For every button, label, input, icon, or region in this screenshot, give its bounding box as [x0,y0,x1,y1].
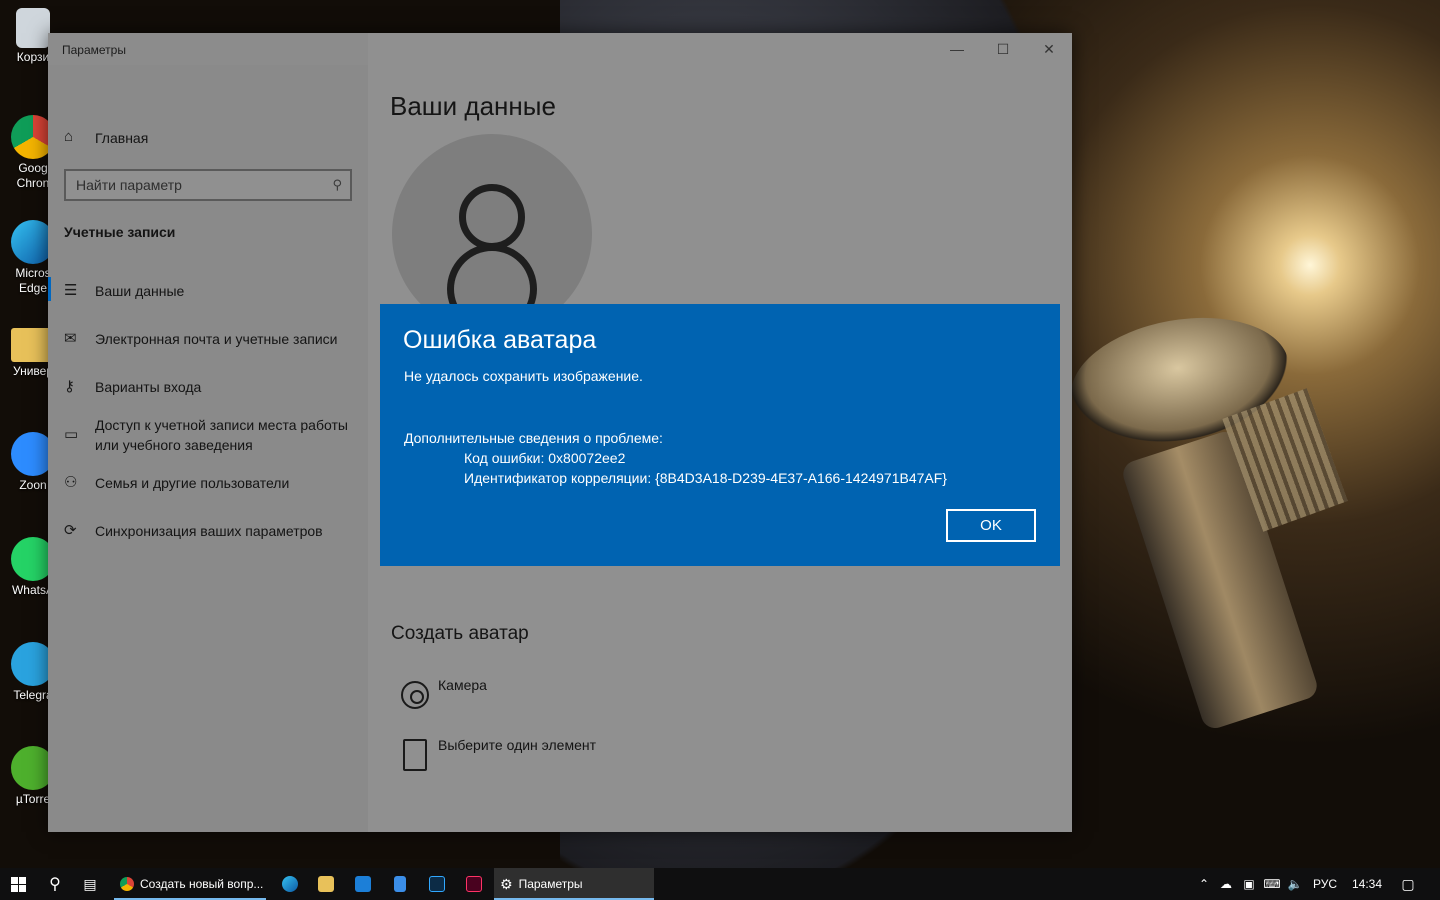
create-avatar-title: Создать аватар [391,623,529,644]
option-camera[interactable]: Камера [391,677,487,713]
sidebar-item-email[interactable]: ✉ Электронная почта и учетные записи [48,329,368,349]
sidebar-item-sync[interactable]: ⟳ Синхронизация ваших параметров [48,521,368,541]
mail-icon [355,876,371,892]
home-icon: ⌂ [64,128,74,145]
start-button[interactable] [0,868,36,900]
clock[interactable]: 14:34 [1344,877,1390,891]
add-person-icon: ⚇ [64,474,78,491]
search-icon: ⚲ [332,177,342,192]
camera-tray-icon[interactable]: ▣ [1238,877,1260,891]
section-title: Учетные записи [64,224,176,240]
search-placeholder: Найти параметр [76,177,182,193]
window-titlebar[interactable]: Параметры — ☐ ✕ [48,33,1072,65]
taskbar: ⚲ ▤ Создать новый вопр... ⚙ Параметры ⌃ … [0,868,1440,900]
sidebar-item-sign-in-options[interactable]: ⚷ Варианты входа [48,377,368,397]
sidebar-item-work-access[interactable]: ▭ Доступ к учетной записи места работы и… [48,415,368,455]
desktop-wallpaper-satellite [1061,300,1400,860]
briefcase-icon: ▭ [64,426,79,443]
taskbar-app-chrome[interactable]: Создать новый вопр... [114,868,266,900]
taskbar-file[interactable] [386,868,414,900]
task-view-icon: ▤ [83,875,97,892]
dialog-title: Ошибка аватара [403,326,597,354]
chrome-icon [120,877,134,891]
recycle-bin-icon [16,8,50,48]
window-title: Параметры [62,43,126,57]
maximize-button[interactable]: ☐ [980,33,1026,65]
folder-icon [318,876,334,892]
option-choose-file[interactable]: Выберите один элемент [391,737,596,773]
task-view-button[interactable]: ▤ [74,868,106,900]
chevron-up-icon[interactable]: ⌃ [1194,877,1214,891]
gear-icon: ⚙ [500,875,513,892]
error-dialog: Ошибка аватара Не удалось сохранить изоб… [380,304,1060,566]
details-heading: Дополнительные сведения о проблеме: [404,430,663,446]
taskbar-mail[interactable] [349,868,377,900]
camera-icon [391,677,438,713]
search-input[interactable]: Найти параметр ⚲ [64,169,352,201]
photoshop-icon [429,876,445,892]
correlation-id: Идентификатор корреляции: {8B4D3A18-D239… [464,470,947,486]
sidebar-item-family[interactable]: ⚇ Семья и другие пользователи [48,473,368,493]
taskbar-explorer[interactable] [312,868,340,900]
dialog-message: Не удалось сохранить изображение. [404,368,643,384]
search-icon: ⚲ [49,876,61,893]
mail-icon: ✉ [64,330,77,347]
close-button[interactable]: ✕ [1026,33,1072,65]
error-code: Код ошибки: 0x80072ee2 [464,450,626,466]
taskbar-edge[interactable] [276,868,304,900]
file-icon [391,737,438,773]
cloud-icon[interactable]: ☁ [1214,877,1238,891]
ok-button[interactable]: OK [946,509,1036,542]
minimize-button[interactable]: — [934,33,980,65]
key-icon: ⚷ [64,378,75,395]
notification-icon: ▢ [1401,875,1415,892]
taskbar-photoshop[interactable] [423,868,451,900]
volume-icon[interactable]: 🔈 [1284,877,1306,891]
system-tray: ⌃ ☁ ▣ ⌨ 🔈 РУС 14:34 [1194,868,1390,900]
windows-icon [10,876,26,892]
network-icon[interactable]: ⌨ [1260,877,1284,891]
sidebar-item-your-info[interactable]: ☰ Ваши данные [48,281,368,301]
avatar-head [459,184,525,250]
search-button[interactable]: ⚲ [38,868,72,900]
nav-home[interactable]: ⌂ Главная [48,128,368,148]
file-icon [394,876,406,892]
language-indicator[interactable]: РУС [1306,877,1344,891]
indesign-icon [466,876,482,892]
page-title: Ваши данные [390,91,556,121]
dialog-details: Дополнительные сведения о проблеме: Код … [404,428,947,488]
notifications-button[interactable]: ▢ [1392,868,1424,900]
person-card-icon: ☰ [64,282,78,299]
settings-sidebar: ⌂ Главная Найти параметр ⚲ Учетные запис… [48,65,368,832]
sync-icon: ⟳ [64,522,77,539]
taskbar-app-settings[interactable]: ⚙ Параметры [494,868,654,900]
taskbar-indesign[interactable] [460,868,488,900]
edge-icon [282,876,298,892]
